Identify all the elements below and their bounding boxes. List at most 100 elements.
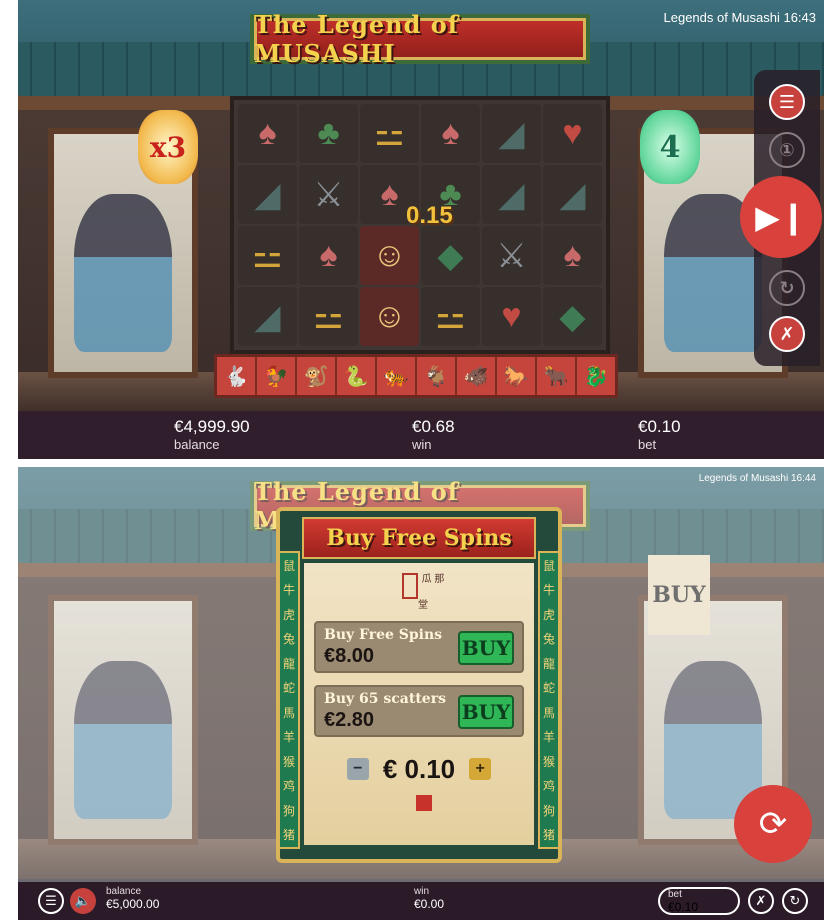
bet-label: bet (668, 889, 682, 900)
autoplay-button[interactable]: ↻ (782, 888, 808, 914)
pillar-character: 馬 (282, 705, 295, 720)
balance-value: €5,000.00 (106, 897, 160, 911)
reel-symbol-spade: ♠ (421, 104, 480, 163)
offer-title: Buy Free Spins (324, 627, 443, 643)
pillar-character: 馬 (542, 705, 555, 720)
pillar-character: 龍 (542, 656, 555, 671)
pillar-character: 兔 (282, 632, 295, 647)
reel-symbol-fan: ◢ (543, 165, 602, 224)
reel-symbol-face: ☺ (360, 287, 419, 346)
pillar-character: 牛 (282, 583, 295, 598)
spin-button[interactable]: ⟳ (734, 785, 812, 863)
reel-symbol-knife: ⚔ (299, 165, 358, 224)
win-display: €0.68 win (412, 417, 455, 452)
reel-symbol-fan: ◢ (482, 165, 541, 224)
pillar-character: 狗 (282, 803, 295, 818)
refresh-icon: ↻ (789, 893, 801, 908)
game-screen-spinning: The Legend of MUSASHI Legends of Musashi… (18, 0, 824, 459)
reel-symbol-fan: ◢ (238, 287, 297, 346)
multiplier-value: x3 (149, 130, 187, 164)
menu-icon: ☰ (778, 91, 796, 112)
turbo-button[interactable]: ✗ (748, 888, 774, 914)
reel-symbol-diamond: ◆ (543, 287, 602, 346)
zodiac-animal-icon: 🐓 (257, 357, 297, 395)
samurai-figure (74, 194, 172, 352)
dialog-title: Buy Free Spins (326, 525, 512, 551)
autoplay-icon: ① (779, 139, 795, 160)
turbo-icon: ✗ (755, 893, 767, 908)
buy-scatters-button[interactable]: BUY (458, 695, 514, 729)
pillar-character: 鸡 (282, 779, 295, 794)
win-label: win (414, 886, 430, 897)
reel-symbol-nunchaku: ⚍ (238, 226, 297, 285)
menu-icon: ☰ (45, 893, 57, 908)
offer-buy-scatters: Buy 65 scatters €2.80 BUY (314, 685, 524, 737)
seal-emblem: 瓜 那 堂 (396, 573, 450, 611)
buy-free-spins-dialog: 鼠牛虎兔龍蛇馬羊猴鸡狗猪 鼠牛虎兔龍蛇馬羊猴鸡狗猪 Buy Free Spins… (276, 507, 562, 863)
reel-symbol-face: ☺ (360, 226, 419, 285)
increase-stake-button[interactable]: + (469, 758, 492, 780)
autoplay-button[interactable]: ① (769, 132, 805, 168)
reel-symbol-knife: ⚔ (482, 226, 541, 285)
zodiac-animal-icon: 🐍 (337, 357, 377, 395)
reel-symbol-club: ♣ (299, 104, 358, 163)
reel-symbol-nunchaku: ⚍ (421, 287, 480, 346)
bet-selector[interactable]: bet €0.10 (658, 887, 740, 915)
speaker-icon: 🔈 (74, 893, 92, 908)
sound-button[interactable]: 🔈 (70, 888, 96, 914)
status-title-time: Legends of Musashi 16:43 (663, 10, 817, 25)
pillar-character: 猴 (282, 754, 295, 769)
buy-free-spins-button[interactable]: BUY (458, 631, 514, 665)
turbo-icon: ✗ (779, 323, 795, 344)
zodiac-animal-icon: 🐇 (217, 357, 257, 395)
zodiac-pillar-left: 鼠牛虎兔龍蛇馬羊猴鸡狗猪 (278, 551, 300, 849)
zodiac-animal-icon: 🐉 (583, 365, 609, 388)
reel-symbol-spade: ♠ (299, 226, 358, 285)
win-value: €0.00 (414, 897, 445, 911)
pillar-character: 鸡 (542, 779, 555, 794)
zodiac-animal-icon: 🐐 (417, 357, 457, 395)
stake-stepper: − € 0.10 + (334, 751, 504, 787)
zodiac-animal-icon: 🐗 (457, 357, 497, 395)
seal-stamp (401, 573, 418, 599)
zodiac-animal-icon: 🐂 (537, 357, 577, 395)
offer-price: €2.80 (324, 709, 375, 731)
win-amount-overlay: 0.15 (406, 202, 453, 229)
stake-value: € 0.10 (382, 753, 456, 784)
refresh-icon: ↻ (779, 277, 795, 298)
counter-value: 4 (659, 129, 681, 165)
pillar-character: 鼠 (282, 558, 295, 573)
reel-symbol-spade: ♠ (543, 226, 602, 285)
pillar-character: 猪 (282, 828, 295, 843)
dialog-header: Buy Free Spins (302, 517, 536, 559)
pillar-character: 虎 (282, 607, 295, 622)
menu-button[interactable]: ☰ (38, 888, 64, 914)
refresh-button[interactable]: ↻ (769, 270, 805, 306)
balance-display: €4,999.90 balance (174, 417, 250, 452)
reel-symbol-fan: ◢ (482, 104, 541, 163)
bet-display: €0.10 bet (638, 417, 681, 452)
win-label: win (412, 437, 432, 452)
zodiac-animal-icon: 🐒 (297, 357, 337, 395)
spin-skip-button[interactable]: ▶❙ (740, 176, 822, 258)
pillar-character: 蛇 (282, 681, 295, 696)
reel-symbol-spade: ♠ (238, 104, 297, 163)
reel-symbol-heart: ♥ (482, 287, 541, 346)
game-title: The Legend of MUSASHI (254, 10, 460, 68)
decrease-stake-button[interactable]: − (346, 758, 369, 780)
offer-buy-free-spins: Buy Free Spins €8.00 BUY (314, 621, 524, 673)
menu-button[interactable]: ☰ (769, 84, 805, 120)
turbo-button[interactable]: ✗ (769, 316, 805, 352)
bet-value: €0.10 (668, 900, 699, 914)
play-skip-icon: ▶❙ (755, 199, 807, 235)
status-bar: ☰ 🔈 balance €5,000.00 win €0.00 bet €0.1… (18, 882, 824, 920)
bet-label: bet (638, 437, 657, 452)
spin-refresh-icon: ⟳ (758, 805, 788, 843)
balance-label: balance (174, 437, 220, 452)
reel-symbol-nunchaku: ⚍ (299, 287, 358, 346)
balance-display: balance €5,000.00 (106, 886, 159, 911)
pillar-character: 鼠 (542, 558, 555, 573)
win-value: €0.68 (412, 417, 455, 436)
pillar-character: 猴 (542, 754, 555, 769)
bet-value: €0.10 (638, 417, 681, 436)
